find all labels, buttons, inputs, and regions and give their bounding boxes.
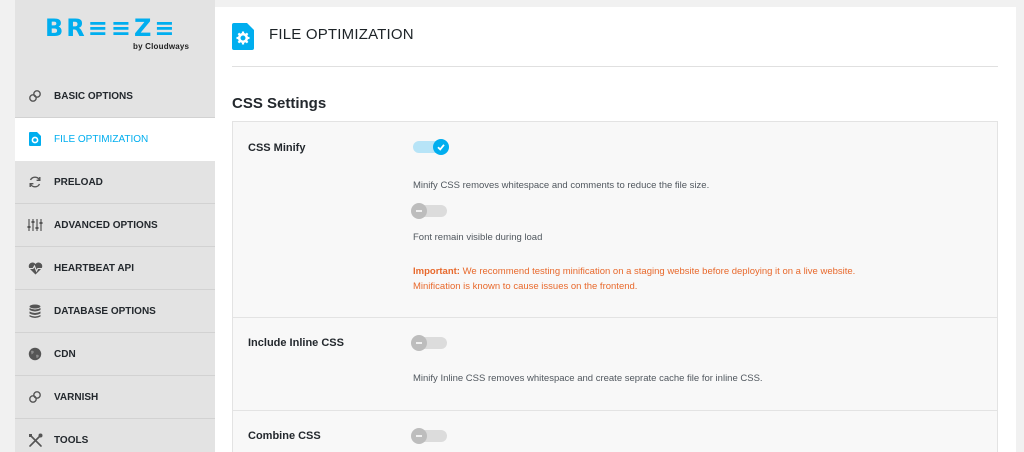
sidebar-item-varnish[interactable]: VARNISH [15,376,215,419]
toggle-knob [411,335,427,351]
sidebar-item-label: TOOLS [54,434,89,446]
combine-css-label: Combine CSS [248,430,321,442]
page-title: FILE OPTIMIZATION [269,26,414,43]
link-icon [27,88,43,104]
warning-text-line2: Minification is known to cause issues on… [413,281,638,292]
sidebar: BR≡≡Z≡ by Cloudways BASIC OPTIONS FILE O… [15,0,215,452]
css-minify-description: Minify CSS removes whitespace and commen… [413,180,710,191]
sidebar-item-label: ADVANCED OPTIONS [54,219,158,231]
combine-css-toggle[interactable] [411,428,447,444]
sidebar-item-label: FILE OPTIMIZATION [54,133,149,145]
page-header: FILE OPTIMIZATION [232,7,998,67]
minify-warning: Important: We recommend testing minifica… [413,264,855,294]
inline-css-row: Include Inline CSS Minify Inline CSS rem… [233,318,997,411]
inline-css-toggle[interactable] [411,335,447,351]
sidebar-item-label: CDN [54,348,76,360]
sidebar-item-cdn[interactable]: CDN [15,333,215,376]
inline-css-label: Include Inline CSS [248,337,344,349]
warning-label: Important: [413,266,460,277]
sidebar-item-basic-options[interactable]: BASIC OPTIONS [15,75,215,118]
sidebar-item-label: DATABASE OPTIONS [54,305,156,317]
file-gear-icon [232,23,256,50]
combine-css-row: Combine CSS [233,411,997,452]
globe-icon [27,346,43,362]
sidebar-item-advanced-options[interactable]: ADVANCED OPTIONS [15,204,215,247]
inline-css-description: Minify Inline CSS removes whitespace and… [413,373,763,384]
sidebar-nav: BASIC OPTIONS FILE OPTIMIZATION PRELOAD … [15,75,215,452]
section-title: CSS Settings [232,95,327,112]
sidebar-item-label: VARNISH [54,391,99,403]
checkmark-icon [433,139,449,155]
breeze-logo: BR≡≡Z≡ by Cloudways [45,14,205,54]
sidebar-item-file-optimization[interactable]: FILE OPTIMIZATION [15,118,215,161]
database-icon [27,303,43,319]
css-minify-row: CSS Minify Minify CSS removes whitespace… [233,122,997,318]
warning-text-line1: We recommend testing minification on a s… [459,266,856,277]
sidebar-item-label: BASIC OPTIONS [54,90,133,102]
heartbeat-icon [27,260,43,276]
css-minify-toggle[interactable] [413,139,449,155]
tools-icon [27,432,43,448]
toggle-knob [411,428,427,444]
font-visible-toggle[interactable] [411,203,447,219]
sidebar-item-label: HEARTBEAT API [54,262,134,274]
main-content: FILE OPTIMIZATION CSS Settings CSS Minif… [215,7,1016,452]
font-visible-description: Font remain visible during load [413,232,543,243]
sidebar-item-label: PRELOAD [54,176,103,188]
toggle-knob [411,203,427,219]
logo-tagline: by Cloudways [133,42,190,51]
css-minify-label: CSS Minify [248,142,306,154]
sidebar-item-tools[interactable]: TOOLS [15,419,215,452]
css-settings-panel: CSS Minify Minify CSS removes whitespace… [232,121,998,452]
sidebar-item-database-options[interactable]: DATABASE OPTIONS [15,290,215,333]
sidebar-item-preload[interactable]: PRELOAD [15,161,215,204]
sliders-icon [27,217,43,233]
file-gear-icon [27,131,43,147]
refresh-icon [27,174,43,190]
sidebar-item-heartbeat-api[interactable]: HEARTBEAT API [15,247,215,290]
logo-wordmark: BR≡≡Z≡ [45,14,178,42]
link-icon [27,389,43,405]
